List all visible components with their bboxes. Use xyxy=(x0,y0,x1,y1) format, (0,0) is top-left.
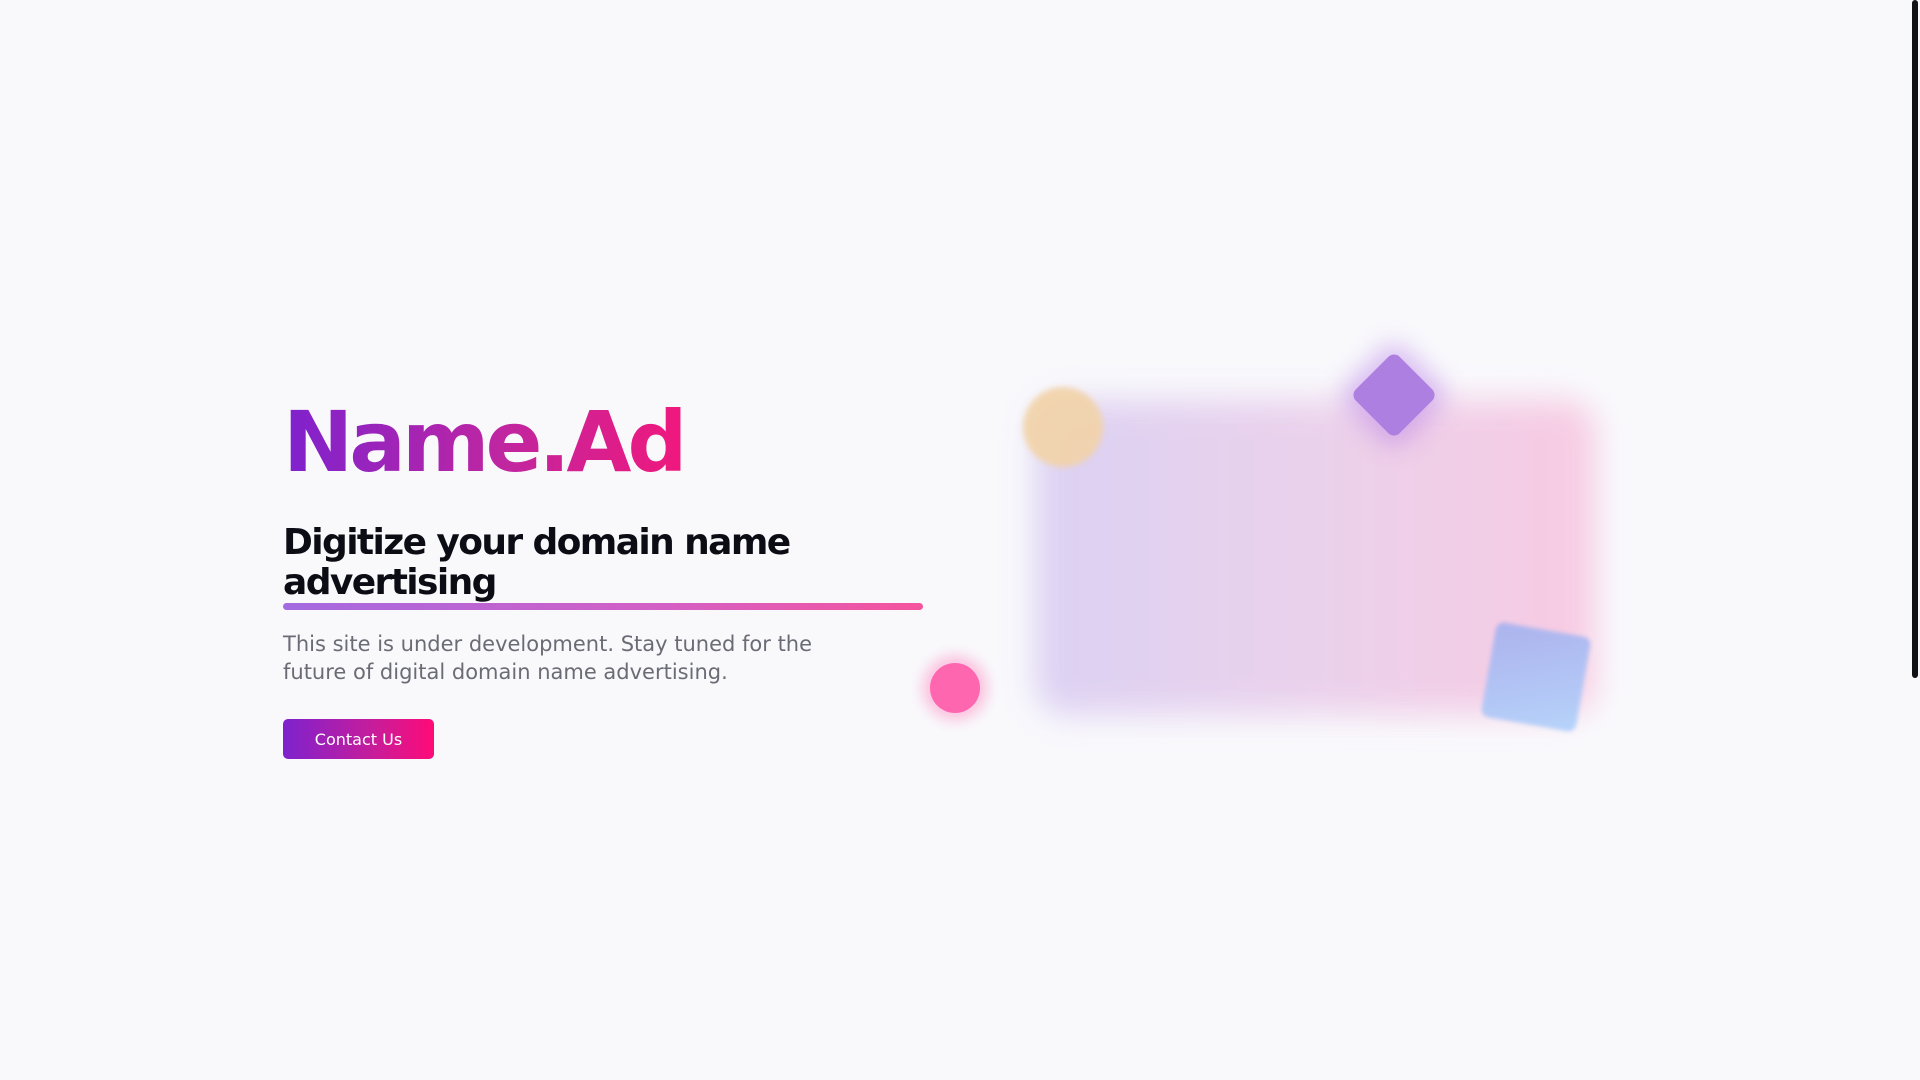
pink-dot-shape xyxy=(930,663,980,713)
tagline-underline xyxy=(283,603,923,611)
vertical-scrollbar[interactable] xyxy=(1910,0,1920,1080)
blurred-gradient-panel xyxy=(1035,400,1595,715)
contact-us-button[interactable]: Contact Us xyxy=(283,719,434,760)
hero-section: Name.Ad Digitize your domain name advert… xyxy=(283,393,923,760)
scrollbar-thumb[interactable] xyxy=(1912,0,1918,678)
tagline-heading: Digitize your domain name advertising xyxy=(283,522,923,611)
purple-diamond-shape xyxy=(1350,351,1438,439)
landing-page: Name.Ad Digitize your domain name advert… xyxy=(0,0,1920,1080)
blue-square-shape xyxy=(1480,621,1592,733)
peach-orb-shape xyxy=(1023,387,1103,467)
hero-description: This site is under development. Stay tun… xyxy=(283,632,813,685)
tagline-text: Digitize your domain name advertising xyxy=(283,522,791,603)
brand-logo: Name.Ad xyxy=(283,393,688,491)
